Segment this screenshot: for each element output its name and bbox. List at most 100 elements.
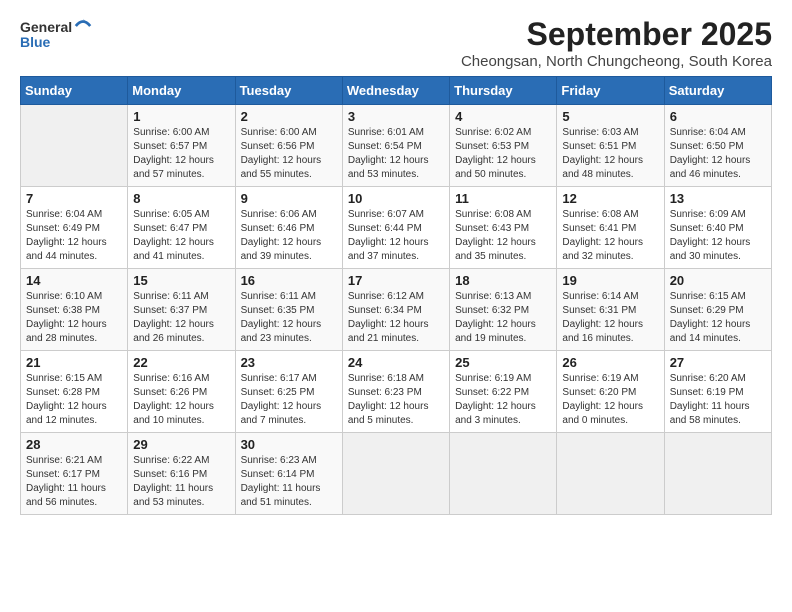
calendar-week-row: 1 Sunrise: 6:00 AM Sunset: 6:57 PM Daylig… <box>21 105 772 187</box>
calendar-week-row: 21 Sunrise: 6:15 AM Sunset: 6:28 PM Dayli… <box>21 351 772 433</box>
table-row: 9 Sunrise: 6:06 AM Sunset: 6:46 PM Daylig… <box>235 187 342 269</box>
table-row: 2Sunrise: 6:00 AM Sunset: 6:56 PM Daylig… <box>235 105 342 187</box>
table-row: 17 Sunrise: 6:12 AM Sunset: 6:34 PM Dayli… <box>342 269 449 351</box>
day-number: 1 <box>133 109 229 124</box>
header-wednesday: Wednesday <box>342 77 449 105</box>
day-number: 15 <box>133 273 229 288</box>
day-info: Sunrise: 6:00 AM Sunset: 6:57 PM Dayligh… <box>133 126 229 182</box>
day-info: Sunrise: 6:17 AM Sunset: 6:25 PM Dayligh… <box>241 372 337 428</box>
table-row <box>21 105 128 187</box>
month-title: September 2025 <box>461 16 772 53</box>
table-row: 24 Sunrise: 6:18 AM Sunset: 6:23 PM Dayli… <box>342 351 449 433</box>
day-number: 22 <box>133 355 229 370</box>
header-tuesday: Tuesday <box>235 77 342 105</box>
table-row: 28Sunrise: 6:21 AM Sunset: 6:17 PM Dayli… <box>21 433 128 515</box>
day-info: Sunrise: 6:06 AM Sunset: 6:46 PM Dayligh… <box>241 208 337 264</box>
day-number: 9 <box>241 191 337 206</box>
day-number: 7 <box>26 191 122 206</box>
calendar-week-row: 28Sunrise: 6:21 AM Sunset: 6:17 PM Dayli… <box>21 433 772 515</box>
table-row <box>342 433 449 515</box>
day-number: 8 <box>133 191 229 206</box>
table-row: 18Sunrise: 6:13 AM Sunset: 6:32 PM Dayli… <box>450 269 557 351</box>
day-info: Sunrise: 6:02 AM Sunset: 6:53 PM Dayligh… <box>455 126 551 182</box>
day-info: Sunrise: 6:01 AM Sunset: 6:54 PM Dayligh… <box>348 126 444 182</box>
day-number: 4 <box>455 109 551 124</box>
header-monday: Monday <box>128 77 235 105</box>
day-number: 10 <box>348 191 444 206</box>
day-info: Sunrise: 6:10 AM Sunset: 6:38 PM Dayligh… <box>26 290 122 346</box>
day-info: Sunrise: 6:18 AM Sunset: 6:23 PM Dayligh… <box>348 372 444 428</box>
day-info: Sunrise: 6:15 AM Sunset: 6:29 PM Dayligh… <box>670 290 766 346</box>
day-info: Sunrise: 6:13 AM Sunset: 6:32 PM Dayligh… <box>455 290 551 346</box>
day-number: 13 <box>670 191 766 206</box>
day-number: 11 <box>455 191 551 206</box>
day-info: Sunrise: 6:04 AM Sunset: 6:49 PM Dayligh… <box>26 208 122 264</box>
day-number: 3 <box>348 109 444 124</box>
day-info: Sunrise: 6:03 AM Sunset: 6:51 PM Dayligh… <box>562 126 658 182</box>
calendar-table: Sunday Monday Tuesday Wednesday Thursday… <box>20 76 772 515</box>
day-info: Sunrise: 6:00 AM Sunset: 6:56 PM Dayligh… <box>241 126 337 182</box>
logo-blue: Blue <box>20 35 92 50</box>
table-row: 16Sunrise: 6:11 AM Sunset: 6:35 PM Dayli… <box>235 269 342 351</box>
calendar-week-row: 14 Sunrise: 6:10 AM Sunset: 6:38 PM Dayli… <box>21 269 772 351</box>
table-row: 11 Sunrise: 6:08 AM Sunset: 6:43 PM Dayli… <box>450 187 557 269</box>
day-number: 27 <box>670 355 766 370</box>
day-number: 21 <box>26 355 122 370</box>
table-row: 21 Sunrise: 6:15 AM Sunset: 6:28 PM Dayli… <box>21 351 128 433</box>
table-row: 30 Sunrise: 6:23 AM Sunset: 6:14 PM Dayli… <box>235 433 342 515</box>
day-info: Sunrise: 6:05 AM Sunset: 6:47 PM Dayligh… <box>133 208 229 264</box>
day-info: Sunrise: 6:12 AM Sunset: 6:34 PM Dayligh… <box>348 290 444 346</box>
day-info: Sunrise: 6:11 AM Sunset: 6:37 PM Dayligh… <box>133 290 229 346</box>
day-number: 20 <box>670 273 766 288</box>
day-info: Sunrise: 6:08 AM Sunset: 6:41 PM Dayligh… <box>562 208 658 264</box>
logo-icon <box>74 17 92 35</box>
table-row: 10 Sunrise: 6:07 AM Sunset: 6:44 PM Dayli… <box>342 187 449 269</box>
calendar-week-row: 7 Sunrise: 6:04 AM Sunset: 6:49 PM Daylig… <box>21 187 772 269</box>
day-number: 30 <box>241 437 337 452</box>
table-row: 23 Sunrise: 6:17 AM Sunset: 6:25 PM Dayli… <box>235 351 342 433</box>
day-info: Sunrise: 6:23 AM Sunset: 6:14 PM Dayligh… <box>241 454 337 510</box>
table-row: 25Sunrise: 6:19 AM Sunset: 6:22 PM Dayli… <box>450 351 557 433</box>
day-number: 16 <box>241 273 337 288</box>
day-number: 5 <box>562 109 658 124</box>
table-row <box>450 433 557 515</box>
day-number: 24 <box>348 355 444 370</box>
location-subtitle: Cheongsan, North Chungcheong, South Kore… <box>461 53 772 70</box>
table-row: 5 Sunrise: 6:03 AM Sunset: 6:51 PM Daylig… <box>557 105 664 187</box>
table-row: 19 Sunrise: 6:14 AM Sunset: 6:31 PM Dayli… <box>557 269 664 351</box>
day-info: Sunrise: 6:07 AM Sunset: 6:44 PM Dayligh… <box>348 208 444 264</box>
day-info: Sunrise: 6:08 AM Sunset: 6:43 PM Dayligh… <box>455 208 551 264</box>
day-info: Sunrise: 6:14 AM Sunset: 6:31 PM Dayligh… <box>562 290 658 346</box>
day-number: 26 <box>562 355 658 370</box>
day-number: 19 <box>562 273 658 288</box>
day-info: Sunrise: 6:20 AM Sunset: 6:19 PM Dayligh… <box>670 372 766 428</box>
table-row <box>664 433 771 515</box>
table-row: 6Sunrise: 6:04 AM Sunset: 6:50 PM Daylig… <box>664 105 771 187</box>
day-number: 14 <box>26 273 122 288</box>
table-row: 13 Sunrise: 6:09 AM Sunset: 6:40 PM Dayli… <box>664 187 771 269</box>
day-info: Sunrise: 6:15 AM Sunset: 6:28 PM Dayligh… <box>26 372 122 428</box>
day-info: Sunrise: 6:19 AM Sunset: 6:22 PM Dayligh… <box>455 372 551 428</box>
day-number: 23 <box>241 355 337 370</box>
table-row: 14 Sunrise: 6:10 AM Sunset: 6:38 PM Dayli… <box>21 269 128 351</box>
table-row: 3 Sunrise: 6:01 AM Sunset: 6:54 PM Daylig… <box>342 105 449 187</box>
table-row: 22Sunrise: 6:16 AM Sunset: 6:26 PM Dayli… <box>128 351 235 433</box>
day-number: 12 <box>562 191 658 206</box>
header-row: Sunday Monday Tuesday Wednesday Thursday… <box>21 77 772 105</box>
day-info: Sunrise: 6:19 AM Sunset: 6:20 PM Dayligh… <box>562 372 658 428</box>
table-row: 1 Sunrise: 6:00 AM Sunset: 6:57 PM Daylig… <box>128 105 235 187</box>
logo-general: General <box>20 20 72 35</box>
day-number: 29 <box>133 437 229 452</box>
title-area: September 2025 Cheongsan, North Chungche… <box>461 16 772 70</box>
day-number: 17 <box>348 273 444 288</box>
table-row: 27 Sunrise: 6:20 AM Sunset: 6:19 PM Dayli… <box>664 351 771 433</box>
header-thursday: Thursday <box>450 77 557 105</box>
table-row: 12 Sunrise: 6:08 AM Sunset: 6:41 PM Dayli… <box>557 187 664 269</box>
table-row: 26 Sunrise: 6:19 AM Sunset: 6:20 PM Dayli… <box>557 351 664 433</box>
day-info: Sunrise: 6:09 AM Sunset: 6:40 PM Dayligh… <box>670 208 766 264</box>
day-info: Sunrise: 6:22 AM Sunset: 6:16 PM Dayligh… <box>133 454 229 510</box>
table-row: 4 Sunrise: 6:02 AM Sunset: 6:53 PM Daylig… <box>450 105 557 187</box>
logo-text: General Blue <box>20 20 92 51</box>
table-row: 29 Sunrise: 6:22 AM Sunset: 6:16 PM Dayli… <box>128 433 235 515</box>
table-row: 15 Sunrise: 6:11 AM Sunset: 6:37 PM Dayli… <box>128 269 235 351</box>
